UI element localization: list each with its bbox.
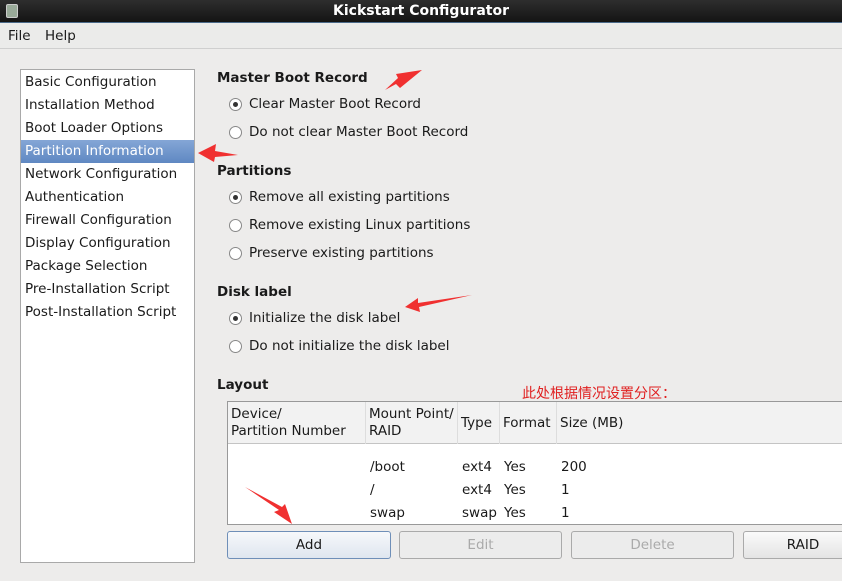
col-type[interactable]: Type (458, 402, 500, 444)
arrow-icon (245, 487, 292, 524)
col-mount[interactable]: Mount Point/ RAID (366, 402, 458, 444)
arrow-icon (405, 295, 472, 312)
arrow-icon (198, 144, 238, 162)
arrow-icon (385, 70, 422, 90)
col-device[interactable]: Device/ Partition Number (228, 402, 366, 444)
col-format[interactable]: Format (500, 402, 557, 444)
annotation-arrows (198, 70, 472, 524)
col-size[interactable]: Size (MB) (557, 402, 842, 444)
table-header: Device/ Partition Number Mount Point/ RA… (228, 402, 842, 444)
